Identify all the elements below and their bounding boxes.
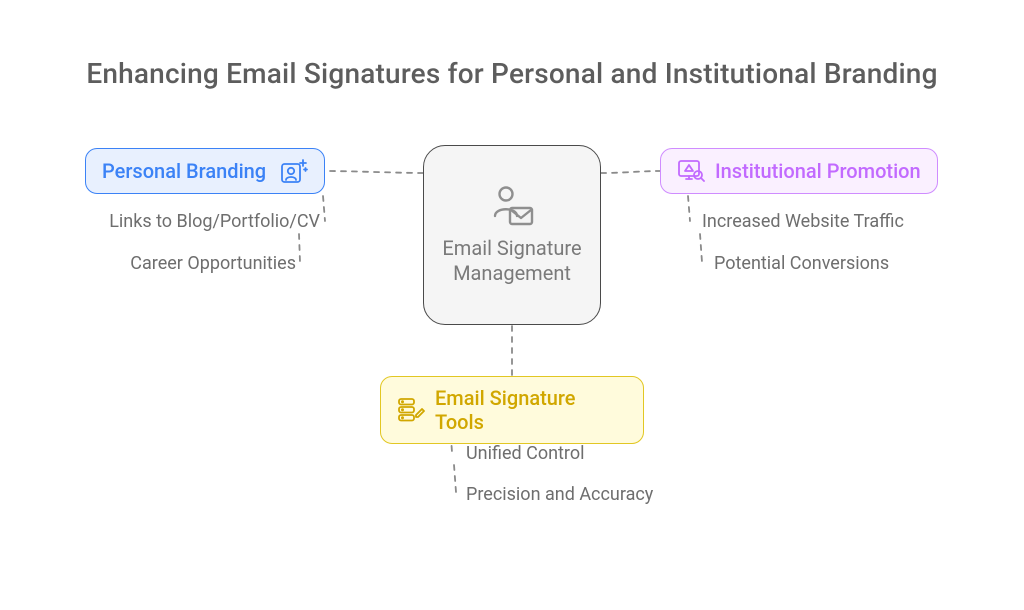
display-search-icon — [677, 158, 705, 184]
branch-node-institutional-promotion: Institutional Promotion — [660, 148, 938, 194]
center-node-label: Email Signature Management — [436, 236, 588, 286]
sub-item-career-opportunities: Career Opportunities — [78, 253, 296, 274]
sub-item-unified-control: Unified Control — [466, 443, 585, 464]
diagram-canvas: Enhancing Email Signatures for Personal … — [0, 0, 1024, 610]
center-node-email-signature-management: Email Signature Management — [423, 145, 601, 325]
server-edit-icon — [397, 397, 425, 423]
person-mail-icon — [488, 184, 536, 228]
sub-item-increased-website-traffic: Increased Website Traffic — [702, 211, 904, 232]
branch-node-personal-branding: Personal Branding — [85, 148, 325, 194]
branch-node-email-signature-tools: Email Signature Tools — [380, 376, 644, 444]
sub-item-precision-accuracy: Precision and Accuracy — [466, 484, 653, 505]
branch-label: Email Signature Tools — [435, 386, 627, 434]
person-card-sparkle-icon — [280, 158, 308, 184]
diagram-title: Enhancing Email Signatures for Personal … — [0, 57, 1024, 90]
branch-label: Personal Branding — [102, 159, 266, 183]
sub-item-potential-conversions: Potential Conversions — [714, 253, 889, 274]
branch-label: Institutional Promotion — [715, 159, 921, 183]
sub-item-links-blog-portfolio-cv: Links to Blog/Portfolio/CV — [78, 211, 320, 232]
